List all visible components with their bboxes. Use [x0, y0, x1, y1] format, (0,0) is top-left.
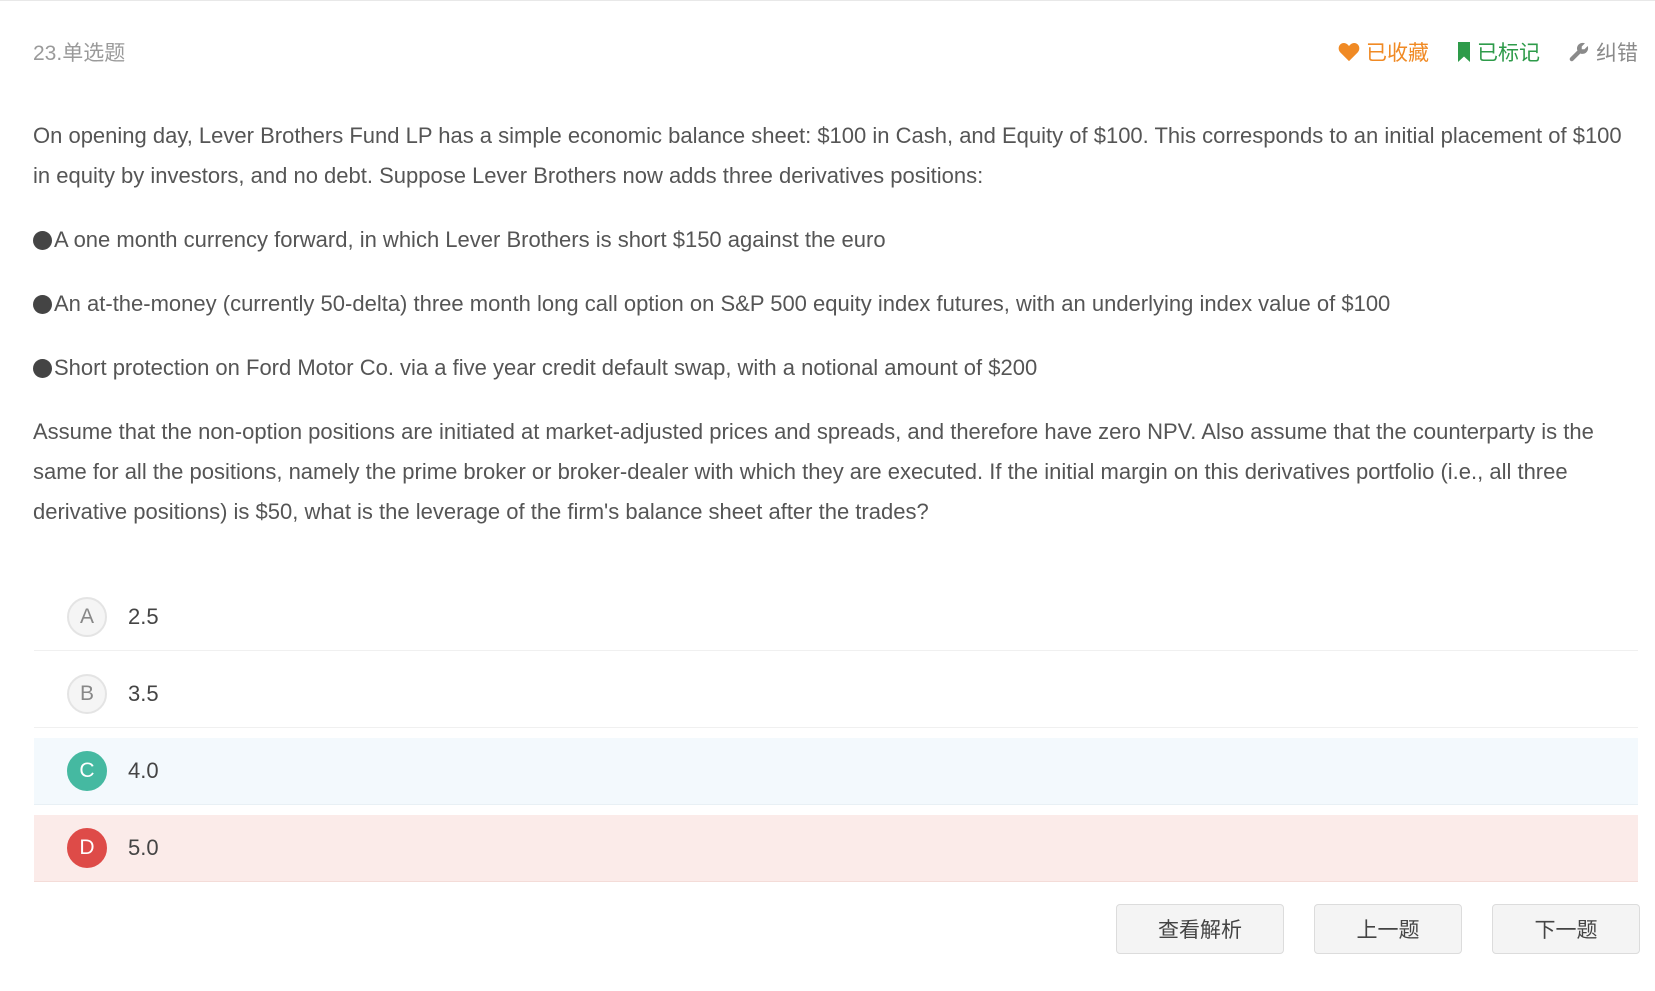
- top-divider: [0, 0, 1655, 1]
- favorite-label: 已收藏: [1366, 42, 1429, 65]
- question-bullet-text: Short protection on Ford Motor Co. via a…: [54, 355, 1038, 380]
- question-intro: On opening day, Lever Brothers Fund LP h…: [33, 123, 1622, 188]
- option-letter-badge: B: [67, 674, 107, 714]
- question-actions: 已收藏 已标记 纠错: [1338, 37, 1638, 67]
- option-text: 3.5: [128, 681, 159, 706]
- question-bullet: An at-the-money (currently 50-delta) thr…: [33, 284, 1643, 324]
- heart-icon: [1338, 42, 1360, 62]
- option-a[interactable]: A 2.5: [34, 584, 1638, 651]
- report-error-button[interactable]: 纠错: [1568, 37, 1638, 67]
- favorite-button[interactable]: 已收藏: [1338, 37, 1429, 67]
- option-text: 4.0: [128, 758, 159, 783]
- question-type-label: 23.单选题: [33, 42, 126, 65]
- mark-label: 已标记: [1477, 42, 1540, 65]
- wrench-icon: [1568, 41, 1590, 63]
- option-letter-badge: A: [67, 597, 107, 637]
- bullet-dot-icon: [33, 358, 52, 378]
- question-bullet: A one month currency forward, in which L…: [33, 220, 1643, 260]
- option-text: 5.0: [128, 835, 159, 860]
- next-question-button[interactable]: 下一题: [1492, 904, 1640, 954]
- option-letter-badge: D: [67, 828, 107, 868]
- navigation-footer: 查看解析 上一题 下一题: [1116, 904, 1640, 954]
- bullet-dot-icon: [33, 230, 52, 250]
- bookmark-icon: [1457, 42, 1471, 62]
- bullet-dot-icon: [33, 294, 52, 314]
- question-body: On opening day, Lever Brothers Fund LP h…: [33, 116, 1643, 556]
- question-header: 23.单选题 已收藏 已标记 纠错: [33, 34, 1638, 70]
- question-bullet: Short protection on Ford Motor Co. via a…: [33, 348, 1643, 388]
- question-bullet-text: An at-the-money (currently 50-delta) thr…: [54, 291, 1391, 316]
- option-b[interactable]: B 3.5: [34, 661, 1638, 728]
- option-c[interactable]: C 4.0: [34, 738, 1638, 805]
- question-bullet-text: A one month currency forward, in which L…: [54, 227, 886, 252]
- view-analysis-button[interactable]: 查看解析: [1116, 904, 1284, 954]
- question-closing: Assume that the non-option positions are…: [33, 419, 1594, 524]
- previous-question-button[interactable]: 上一题: [1314, 904, 1462, 954]
- report-error-label: 纠错: [1596, 42, 1638, 65]
- option-d[interactable]: D 5.0: [34, 815, 1638, 882]
- option-text: 2.5: [128, 604, 159, 629]
- mark-button[interactable]: 已标记: [1457, 37, 1540, 67]
- option-letter-badge: C: [67, 751, 107, 791]
- answer-options: A 2.5 B 3.5 C 4.0 D 5.0: [34, 584, 1638, 892]
